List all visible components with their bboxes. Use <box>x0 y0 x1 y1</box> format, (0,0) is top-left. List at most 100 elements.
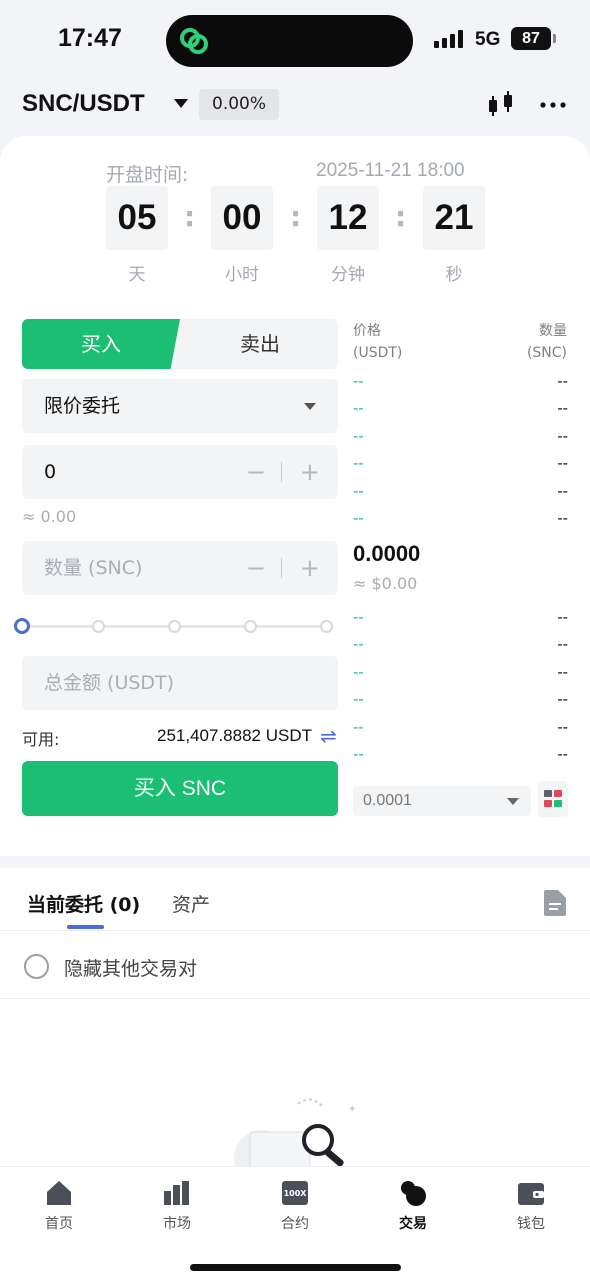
amount-percent-slider[interactable] <box>14 618 333 634</box>
pair-selector[interactable]: SNC/USDT <box>22 90 145 118</box>
qty-header-title: 数量 <box>539 323 567 339</box>
bid-qty: -- <box>557 691 568 708</box>
hours-unit: 小时 <box>225 265 259 285</box>
bid-qty: -- <box>557 609 568 626</box>
tab-assets[interactable]: 资产 <box>172 890 210 917</box>
bid-price: -- <box>353 609 364 626</box>
order-type-value: 限价委托 <box>44 395 121 417</box>
amount-increment-button[interactable]: + <box>300 541 320 595</box>
caret-down-icon <box>304 403 316 410</box>
ask-price: -- <box>353 455 364 472</box>
countdown-seconds: 21 <box>423 186 485 250</box>
bid-price: -- <box>353 664 364 681</box>
tab-indicator <box>67 925 104 929</box>
ask-row[interactable]: -- -- <box>353 510 568 536</box>
bid-price: -- <box>353 719 364 736</box>
tab-sell[interactable]: 卖出 <box>182 319 338 369</box>
ask-row[interactable]: -- -- <box>353 428 568 454</box>
layout-grid-icon <box>544 790 562 807</box>
bid-qty: -- <box>557 746 568 763</box>
ask-row[interactable]: -- -- <box>353 483 568 509</box>
price-value: 0 <box>44 461 57 483</box>
nav-market[interactable]: 市场 <box>137 1179 217 1233</box>
bid-qty: -- <box>557 636 568 653</box>
slider-handle[interactable] <box>14 618 30 634</box>
countdown-separator: : <box>395 200 407 233</box>
nav-wallet[interactable]: 钱包 <box>491 1179 571 1233</box>
dynamic-island <box>166 15 413 67</box>
battery-icon: 87 <box>511 27 551 50</box>
days-unit: 天 <box>128 265 146 285</box>
nav-trade[interactable]: 交易 <box>373 1179 453 1233</box>
price-header-unit: (USDT) <box>353 345 403 361</box>
empty-state-icon: ✦ <box>234 1098 356 1166</box>
bid-row[interactable]: -- -- <box>353 664 568 690</box>
ask-row[interactable]: -- -- <box>353 400 568 426</box>
qty-header-unit: (SNC) <box>526 345 567 361</box>
slider-stop-100[interactable] <box>320 620 333 633</box>
price-decrement-button[interactable]: − <box>246 445 266 499</box>
nav-label: 钱包 <box>517 1216 545 1232</box>
slider-stop-50[interactable] <box>168 620 181 633</box>
bid-price: -- <box>353 691 364 708</box>
last-price-fiat: ≈ $0.00 <box>353 574 418 593</box>
price-increment-button[interactable]: + <box>300 445 320 499</box>
caret-down-icon <box>507 798 519 805</box>
price-input[interactable]: 0 − + <box>22 445 338 499</box>
total-placeholder: 总金额 (USDT) <box>44 672 175 694</box>
ask-price: -- <box>353 400 364 417</box>
bid-row[interactable]: -- -- <box>353 719 568 745</box>
price-approx: ≈ 0.00 <box>22 507 77 526</box>
home-icon <box>47 1181 71 1205</box>
order-book-qty-header: 数量 (SNC) <box>527 320 567 364</box>
caret-down-icon[interactable] <box>174 99 188 108</box>
divider <box>281 462 282 482</box>
divider <box>281 558 282 578</box>
tab-buy[interactable]: 买入 <box>22 319 180 369</box>
ask-row[interactable]: -- -- <box>353 373 568 399</box>
tick-size-value: 0.0001 <box>363 792 412 809</box>
countdown-hours: 00 <box>211 186 273 250</box>
nav-home[interactable]: 首页 <box>19 1179 99 1233</box>
bid-row[interactable]: -- -- <box>353 636 568 662</box>
slider-stop-75[interactable] <box>244 620 257 633</box>
network-type: 5G <box>475 29 501 50</box>
more-icon[interactable] <box>538 90 568 120</box>
ask-price: -- <box>353 373 364 390</box>
tab-open-orders[interactable]: 当前委托 (0) <box>27 890 140 917</box>
countdown-minutes: 12 <box>317 186 379 250</box>
divider <box>0 998 590 999</box>
nav-label: 交易 <box>399 1216 427 1232</box>
bid-row[interactable]: -- -- <box>353 609 568 635</box>
ask-row[interactable]: -- -- <box>353 455 568 481</box>
candlestick-chart-icon[interactable] <box>486 90 516 120</box>
ask-qty: -- <box>557 373 568 390</box>
trade-header: SNC/USDT 0.00% <box>0 80 590 136</box>
nav-label: 首页 <box>45 1216 73 1232</box>
bottom-nav: 首页 市场 100X 合约 交易 钱包 <box>0 1166 590 1280</box>
ask-qty: -- <box>557 455 568 472</box>
total-input[interactable]: 总金额 (USDT) <box>22 656 338 710</box>
bid-qty: -- <box>557 664 568 681</box>
buy-submit-button[interactable]: 买入 SNC <box>22 761 338 816</box>
ask-qty: -- <box>557 510 568 527</box>
hide-other-pairs-label[interactable]: 隐藏其他交易对 <box>64 954 197 981</box>
home-indicator <box>190 1264 401 1271</box>
link-app-icon <box>180 28 208 54</box>
order-type-select[interactable]: 限价委托 <box>22 379 338 433</box>
slider-stop-25[interactable] <box>92 620 105 633</box>
transfer-icon[interactable]: ⇌ <box>320 726 337 746</box>
bid-price: -- <box>353 636 364 653</box>
countdown-separator: : <box>290 200 302 233</box>
last-price: 0.0000 <box>353 541 421 566</box>
nav-futures[interactable]: 100X 合约 <box>255 1179 335 1233</box>
order-book-layout-button[interactable] <box>538 781 568 817</box>
amount-input[interactable]: 数量 (SNC) − + <box>22 541 338 595</box>
amount-decrement-button[interactable]: − <box>246 541 266 595</box>
order-history-icon[interactable] <box>544 890 566 916</box>
bid-row[interactable]: -- -- <box>353 691 568 717</box>
ask-qty: -- <box>557 428 568 445</box>
bid-row[interactable]: -- -- <box>353 746 568 772</box>
hide-other-pairs-radio[interactable] <box>24 954 49 979</box>
tick-size-select[interactable]: 0.0001 <box>353 786 531 816</box>
